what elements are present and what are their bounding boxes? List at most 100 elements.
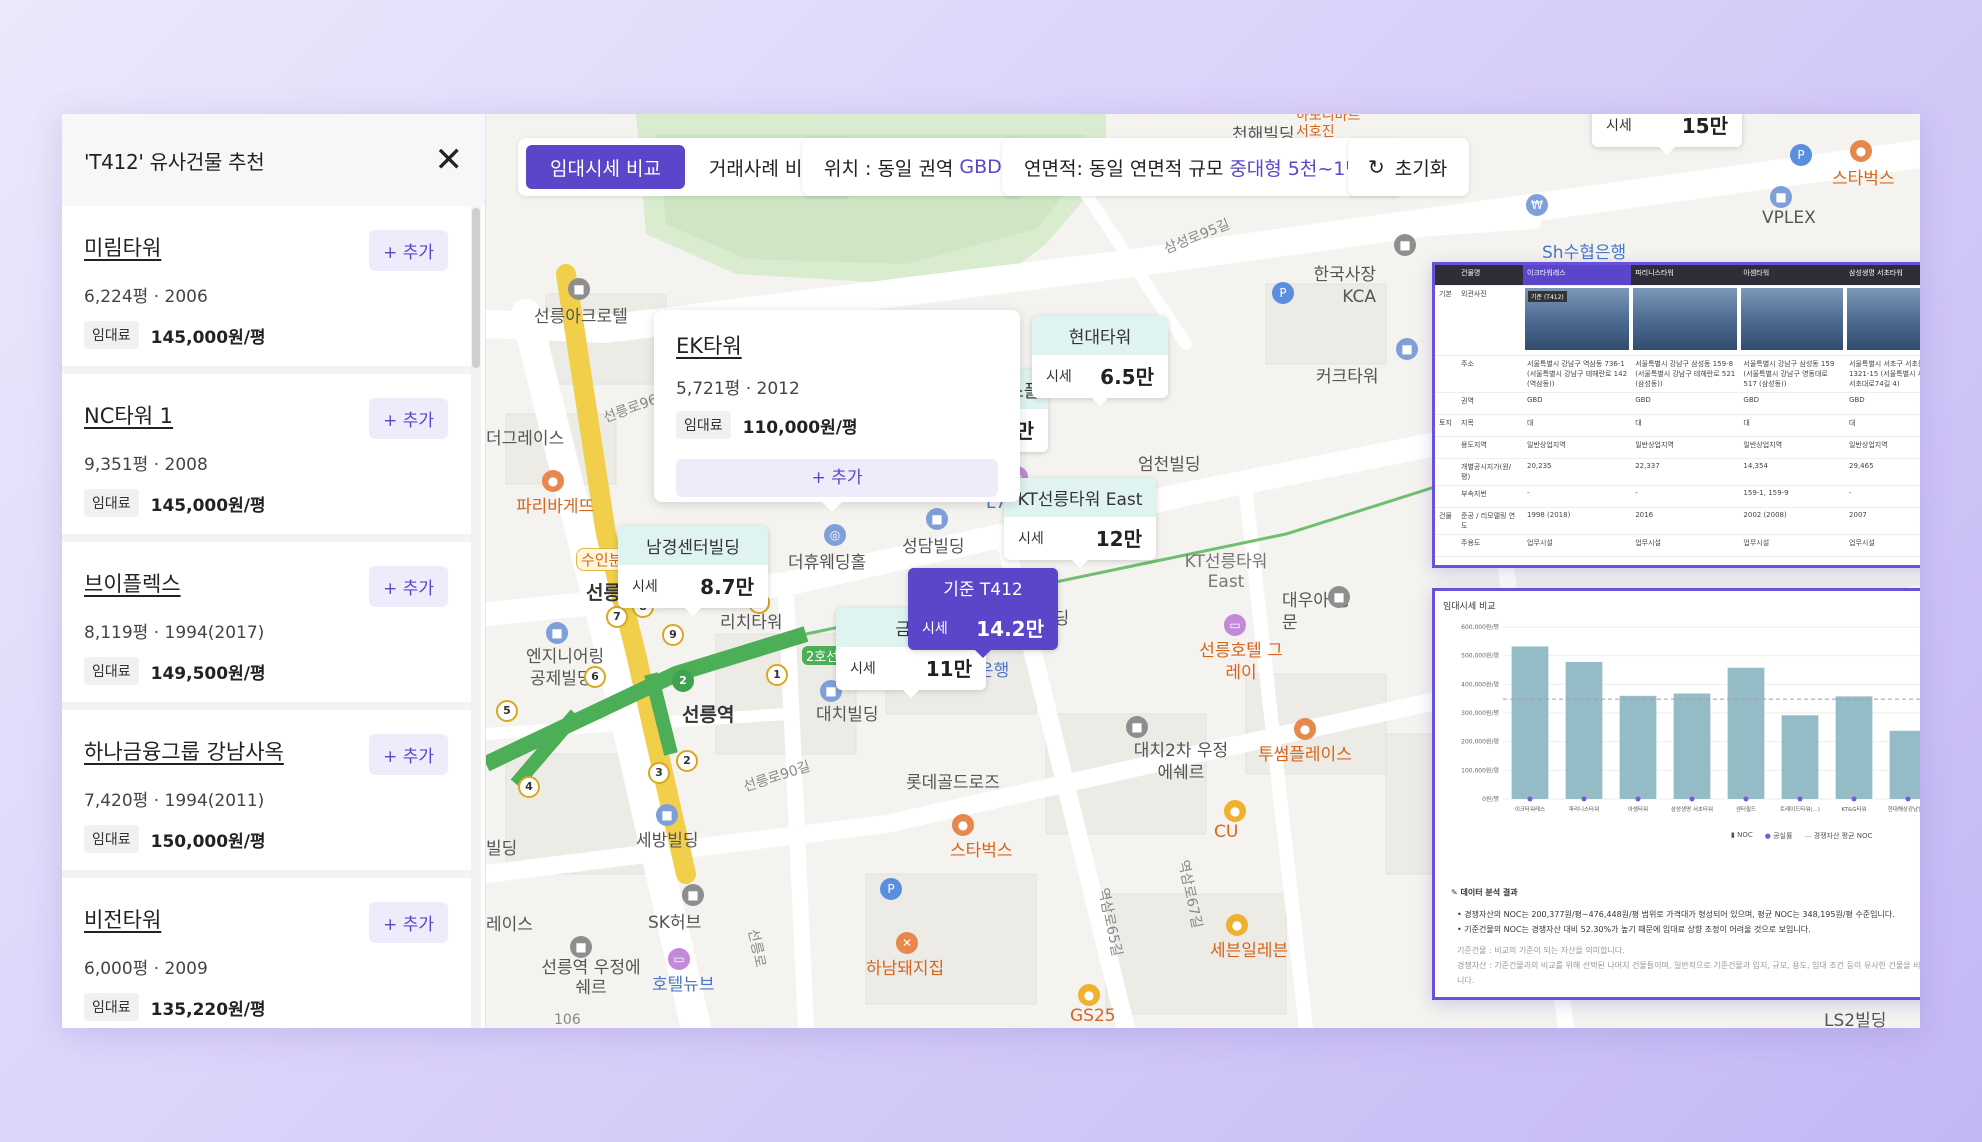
table-cell: 서울특별시 강남구 역삼동 736-1 (서울특별시 강남구 테헤란로 142 … <box>1523 355 1632 393</box>
table-cell: 대 <box>1845 414 1920 437</box>
vacancy-dot <box>1635 796 1641 802</box>
cafe-pin-icon[interactable]: ● <box>1294 718 1316 740</box>
store-pin-icon[interactable]: ● <box>1224 800 1246 822</box>
y-tick-label: 500,000원/평 <box>1461 652 1499 660</box>
store-pin-icon[interactable]: ● <box>1078 984 1100 1006</box>
popup-building-name[interactable]: EK타워 <box>676 330 998 360</box>
rent-price: 149,500원/평 <box>150 663 266 684</box>
popup-add-button[interactable]: + 추가 <box>676 459 998 497</box>
bakery-pin-icon[interactable]: ● <box>542 470 564 492</box>
map-label: 선릉아크로텔 <box>534 307 628 327</box>
building-pin-icon[interactable]: ■ <box>1328 586 1350 608</box>
exit-5-icon[interactable]: 5 <box>496 700 518 722</box>
building-pin-icon[interactable]: ■ <box>1770 186 1792 208</box>
x-tick-label: 트레이드타워(...) <box>1780 805 1820 813</box>
building-pin-icon[interactable]: ■ <box>570 936 592 958</box>
building-card[interactable]: 하나금융그룹 강남사옥 + 추가 7,420평 · 1994(2011) 임대료 150… <box>62 710 472 878</box>
hotel-pin-icon[interactable]: ▭ <box>668 948 690 970</box>
building-card[interactable]: 브이플렉스 + 추가 8,119평 · 1994(2017) 임대료 149,500원/… <box>62 542 472 710</box>
tab-rent-compare[interactable]: 임대시세 비교 <box>526 145 685 189</box>
building-pin-icon[interactable]: ■ <box>1394 234 1416 256</box>
table-cell: 서울특별시 서초구 서초동 1321-15 (서울특별시 서초구 서초대로74길… <box>1845 355 1920 393</box>
table-cell: 일반상업지역 <box>1845 436 1920 459</box>
price-marker[interactable]: 현대타워 시세 6.5만 <box>1032 316 1168 406</box>
wedding-pin-icon[interactable]: ◎ <box>824 524 846 546</box>
rent-tag: 임대료 <box>84 825 139 853</box>
cafe-pin-icon[interactable]: ● <box>1850 140 1872 162</box>
restaurant-pin-icon[interactable]: ✕ <box>896 932 918 954</box>
rent-price: 145,000원/평 <box>150 495 266 516</box>
exit-1-icon[interactable]: 1 <box>766 664 788 686</box>
table-header-cell: 파리니스타워 <box>1631 265 1740 286</box>
table-row: 부속지번 - -159-1, 159-9- <box>1435 485 1920 508</box>
building-pin-icon[interactable]: ■ <box>546 622 568 644</box>
table-cell: 일반상업지역 <box>1739 436 1846 459</box>
hotel-pin-icon[interactable]: ▭ <box>1224 614 1246 636</box>
parking-pin-icon[interactable]: P <box>1790 144 1812 166</box>
building-card[interactable]: NC타워 1 + 추가 9,351평 · 2008 임대료 145,000원/평 <box>62 374 472 542</box>
add-building-button[interactable]: + 추가 <box>369 230 448 271</box>
exit-4-icon[interactable]: 4 <box>518 776 540 798</box>
chart-bar <box>1889 730 1920 799</box>
marker-price-value: 8.7만 <box>700 575 754 599</box>
price-marker[interactable]: 남경센터빌딩 시세 8.7만 <box>618 526 768 616</box>
table-cell: GBD <box>1845 392 1920 415</box>
parking-pin-icon[interactable]: P <box>880 878 902 900</box>
building-pin-icon[interactable]: ■ <box>568 278 590 300</box>
table-cell: 건물 <box>1435 507 1457 535</box>
building-pin-icon[interactable]: ■ <box>926 508 948 530</box>
exit-7-icon[interactable]: 7 <box>606 606 628 628</box>
vacancy-dot <box>1851 796 1857 802</box>
x-tick-label: 현대해상강남빌딩 <box>1888 805 1920 813</box>
map-label: 선릉역 <box>682 704 735 726</box>
map-label: 세븐일레븐 <box>1210 941 1289 961</box>
price-marker[interactable]: KT선릉타워 East 시세 12만 <box>1004 478 1156 568</box>
map-label: 한국사장 KCA <box>1313 265 1376 307</box>
add-building-button[interactable]: + 추가 <box>369 902 448 943</box>
table-row: 용도지역 일반상업지역 일반상업지역 일반상업지역 일반상업지역 <box>1435 436 1920 459</box>
marker-price-label: 시세 <box>1606 117 1632 134</box>
exit-2-icon[interactable]: 2 <box>676 750 698 772</box>
chart-bar <box>1835 696 1873 799</box>
sidebar-title: 'T412' 유사건물 추천 <box>84 149 265 174</box>
x-tick-label: 삼성생명 서초타워 <box>1671 805 1713 813</box>
building-pin-icon[interactable]: ■ <box>656 804 678 826</box>
building-pin-icon[interactable]: ■ <box>1396 338 1418 360</box>
table-cell: 20,235 <box>1523 458 1632 486</box>
scrollbar-thumb[interactable] <box>472 208 480 368</box>
building-card[interactable]: 비전타워 + 추가 6,000평 · 2009 임대료 135,220원/평 <box>62 878 472 1028</box>
exit-9-icon[interactable]: 9 <box>662 624 684 646</box>
add-building-button[interactable]: + 추가 <box>369 566 448 607</box>
location-filter[interactable]: 위치 : 동일 권역 GBD <box>802 138 1024 196</box>
add-building-button[interactable]: + 추가 <box>369 398 448 439</box>
vacancy-dot <box>1527 796 1533 802</box>
marker-price-value: 6.5만 <box>1100 365 1154 389</box>
chart-bar <box>1727 667 1765 799</box>
base-building-marker[interactable]: 기준 T412 시세 14.2만 <box>908 568 1058 658</box>
reset-button[interactable]: ↻ 초기화 <box>1348 138 1470 196</box>
price-marker[interactable]: 시세 15만 <box>1592 114 1742 155</box>
table-cell: GBD <box>1523 392 1632 415</box>
marker-price-value: 11만 <box>925 657 972 681</box>
cafe-pin-icon[interactable]: ● <box>952 814 974 836</box>
exit-6-icon[interactable]: 6 <box>584 666 606 688</box>
building-pin-icon[interactable]: ■ <box>682 884 704 906</box>
map-label: 106 <box>554 1012 581 1028</box>
table-cell: 서울특별시 강남구 삼성동 159 (서울특별시 강남구 영동대로 517 (삼… <box>1739 355 1846 393</box>
building-pin-icon[interactable]: ■ <box>1126 716 1148 738</box>
table-cell: 일반상업지역 <box>1631 436 1740 459</box>
rent-price: 135,220원/평 <box>150 999 266 1020</box>
bank-pin-icon[interactable]: ₩ <box>1526 194 1548 216</box>
close-icon[interactable]: ✕ <box>435 143 464 177</box>
map-view[interactable]: 선릉아크로텔 파리바게뜨 더그레이스 수인분 선릉 엔지니어링 공제빌딩 리치타… <box>486 114 1920 1028</box>
parking-pin-icon[interactable]: P <box>1272 282 1294 304</box>
building-card[interactable]: 미림타워 + 추가 6,224평 · 2006 임대료 145,000원/평 <box>62 206 472 374</box>
building-meta: 9,351평 · 2008 <box>84 455 208 475</box>
area-filter[interactable]: 연면적: 동일 연면적 규모 중대형 5천~1만평 <box>1002 138 1403 196</box>
x-tick-label: 이크타워레스 <box>1515 805 1545 813</box>
exit-3-icon[interactable]: 3 <box>648 762 670 784</box>
map-label: 투썸플레이스 <box>1258 745 1352 765</box>
add-building-button[interactable]: + 추가 <box>369 734 448 775</box>
store-pin-icon[interactable]: ● <box>1226 914 1248 936</box>
table-cell: 권역 <box>1457 392 1523 415</box>
